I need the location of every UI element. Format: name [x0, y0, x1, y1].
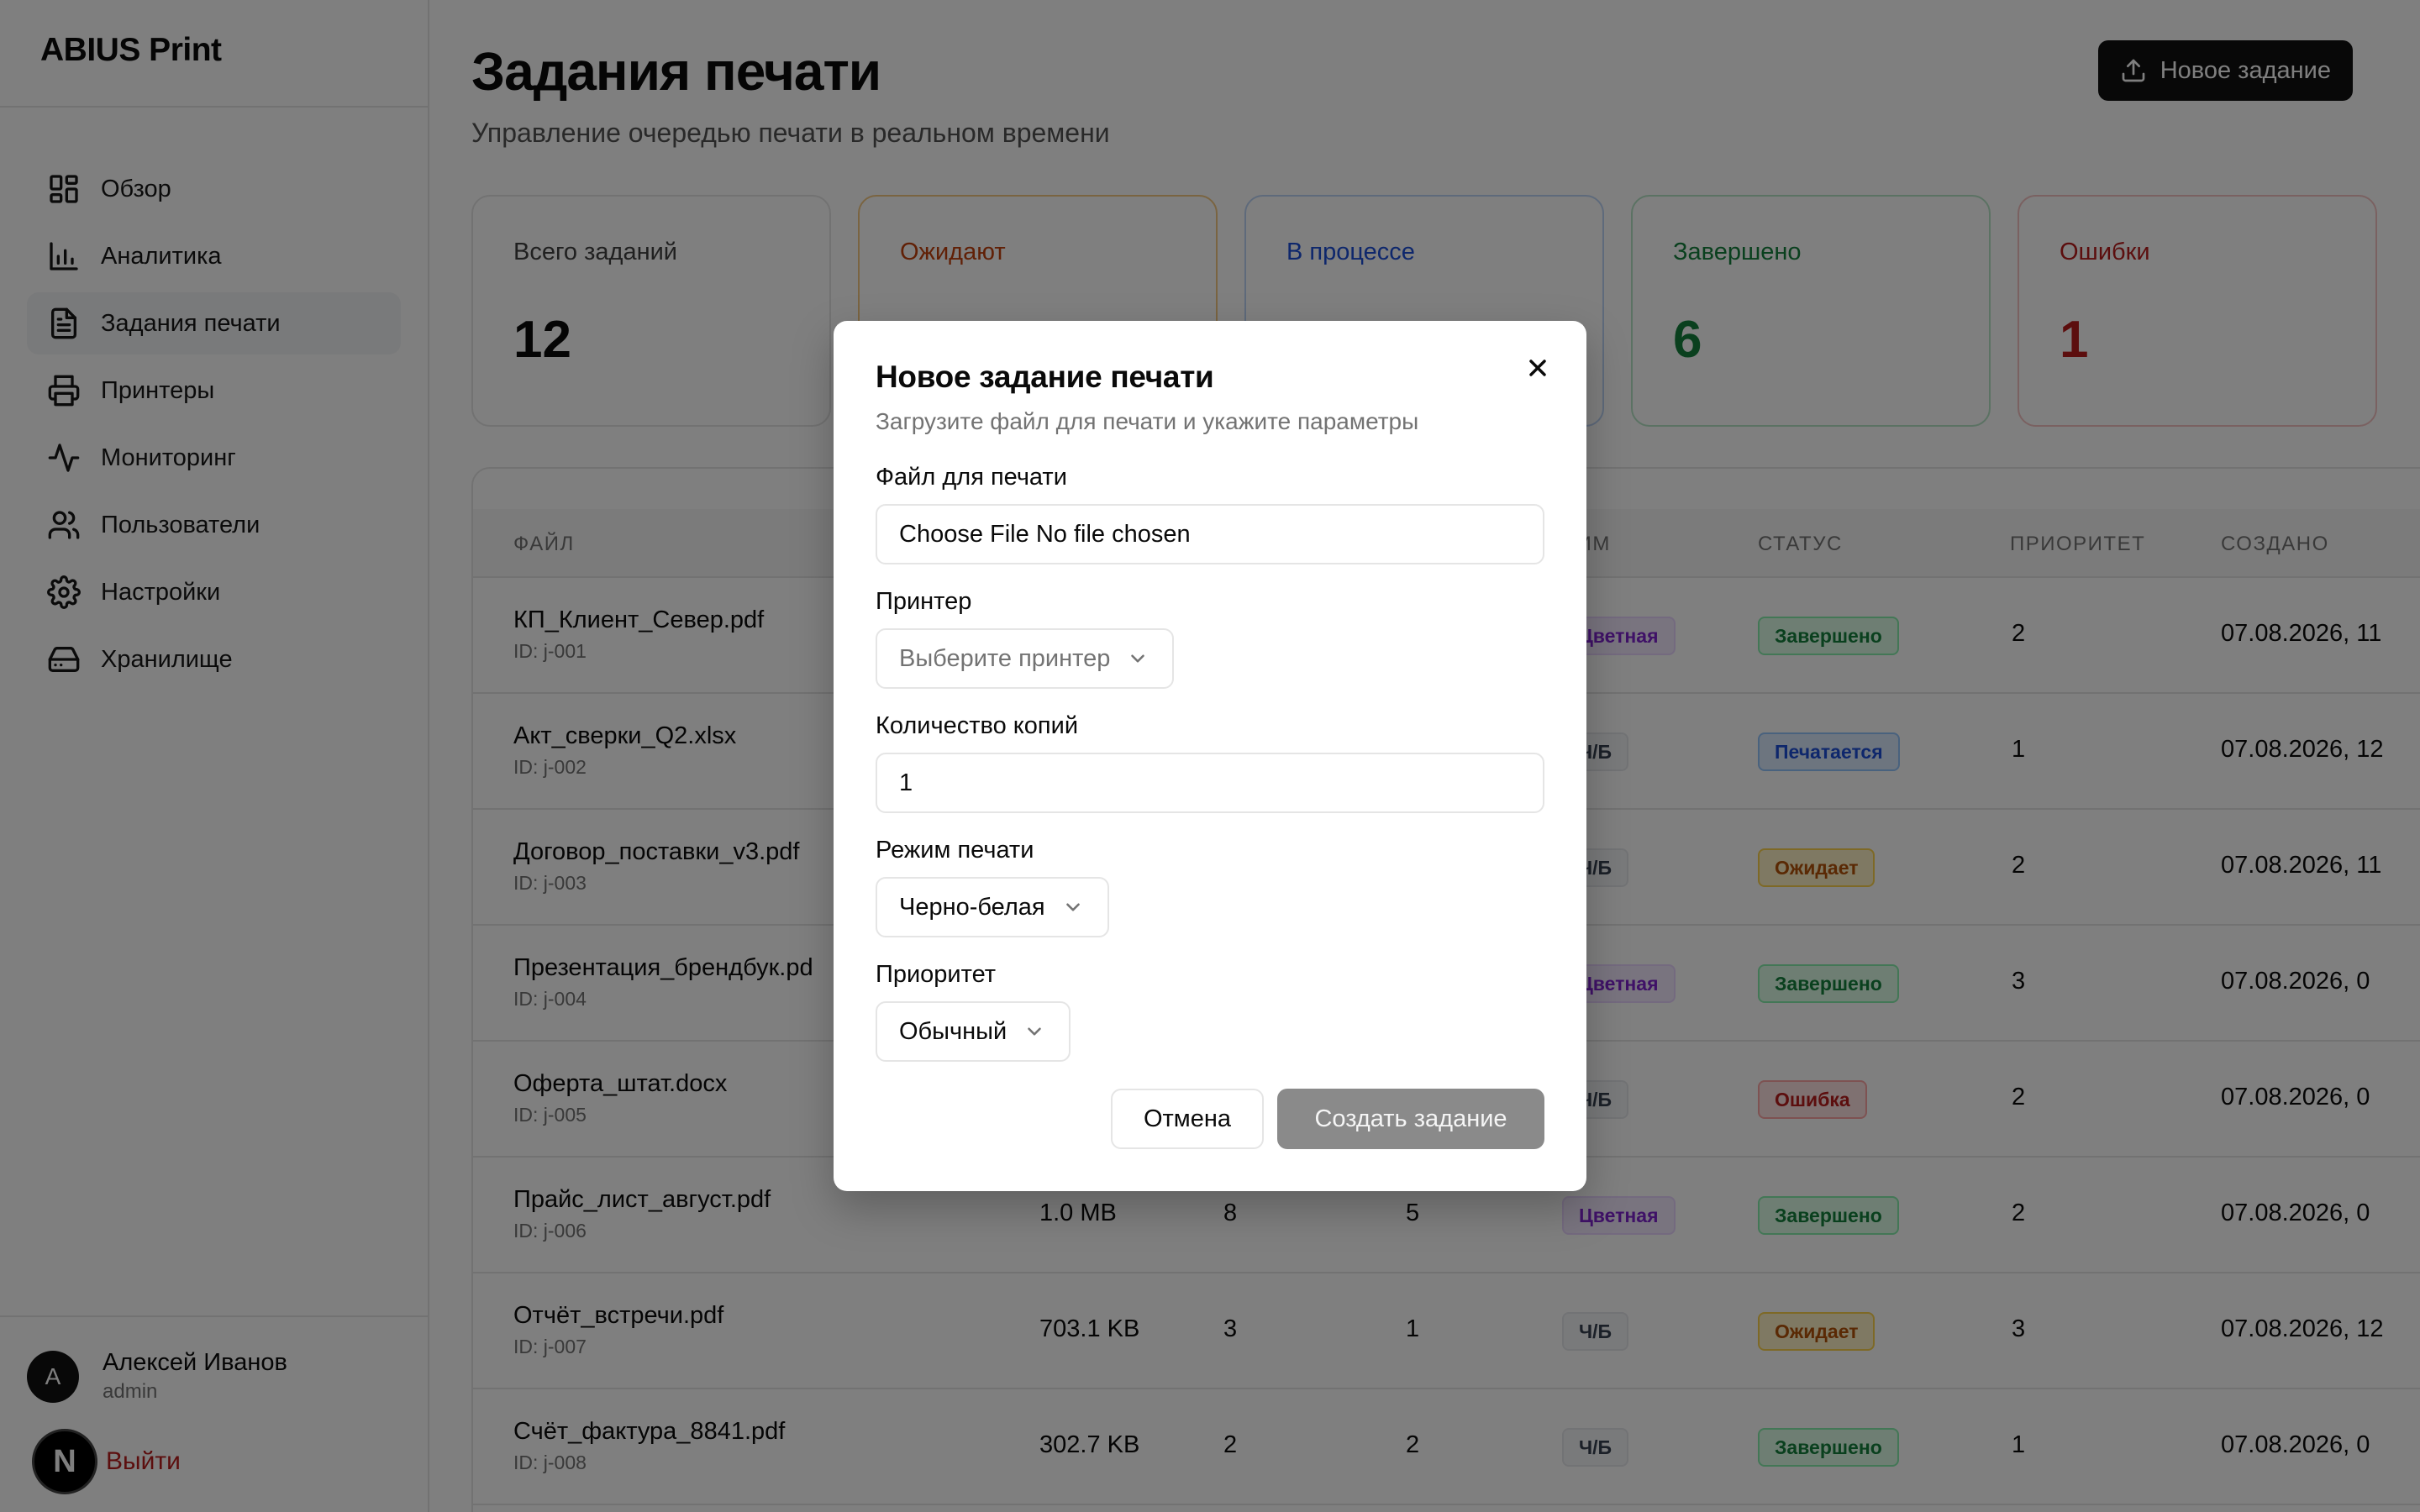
chevron-down-icon	[1062, 896, 1084, 918]
dialog-title: Новое задание печати	[876, 360, 1214, 394]
choose-file-button[interactable]: Choose File	[899, 521, 1029, 549]
priority-value: Обычный	[899, 1017, 1007, 1045]
file-status: No file chosen	[1035, 520, 1191, 548]
new-job-dialog: Новое задание печати Загрузите файл для …	[834, 321, 1586, 1191]
printer-label: Принтер	[876, 588, 972, 615]
chevron-down-icon	[1127, 648, 1149, 669]
chevron-down-icon	[1023, 1021, 1045, 1042]
cancel-button[interactable]: Отмена	[1111, 1089, 1264, 1149]
printer-placeholder: Выберите принтер	[899, 644, 1111, 672]
priority-select[interactable]: Обычный	[876, 1001, 1071, 1062]
print-mode-label: Режим печати	[876, 837, 1034, 864]
copies-label: Количество копий	[876, 712, 1079, 739]
create-job-button[interactable]: Создать задание	[1277, 1089, 1544, 1149]
copies-value: 1	[899, 769, 913, 796]
print-mode-select[interactable]: Черно-белая	[876, 877, 1109, 937]
file-input[interactable]: Choose File No file chosen	[876, 504, 1544, 564]
close-button[interactable]	[1519, 349, 1556, 386]
priority-label: Приоритет	[876, 961, 997, 988]
printer-select[interactable]: Выберите принтер	[876, 628, 1175, 689]
dialog-description: Загрузите файл для печати и укажите пара…	[876, 408, 1419, 434]
copies-input[interactable]: 1	[876, 753, 1544, 813]
print-mode-value: Черно-белая	[899, 893, 1045, 921]
file-label: Файл для печати	[876, 464, 1067, 491]
close-icon	[1529, 360, 1546, 376]
